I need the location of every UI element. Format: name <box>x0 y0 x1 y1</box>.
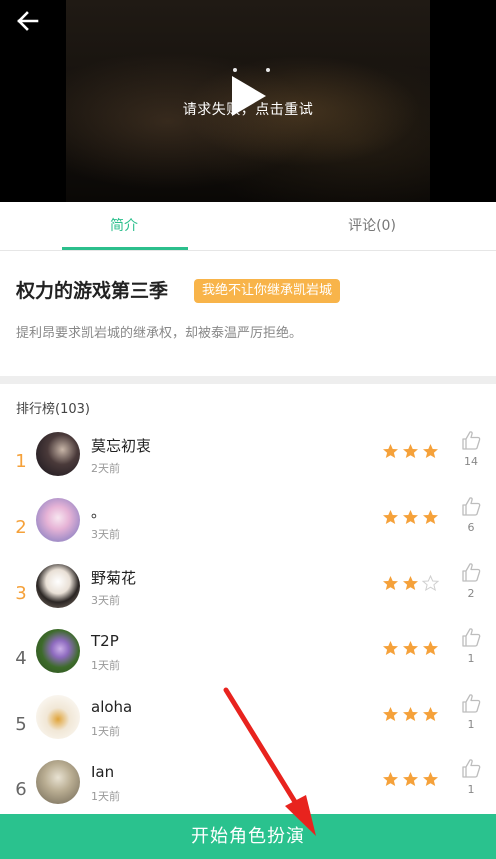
like-control[interactable]: 1 <box>458 757 484 796</box>
post-time: 2天前 <box>91 462 120 475</box>
scene-tag: 我绝不让你继承凯岩城 <box>194 279 341 303</box>
like-count: 1 <box>467 718 475 731</box>
post-time: 3天前 <box>91 594 120 607</box>
story-description: 提利昂要求凯岩城的继承权，却被泰温严厉拒绝。 <box>16 326 303 341</box>
like-count: 2 <box>467 587 475 600</box>
user-name: 。 <box>91 503 107 521</box>
section-divider <box>0 376 496 384</box>
rank-number: 5 <box>15 714 27 735</box>
like-count: 6 <box>467 521 475 534</box>
ranking-row[interactable]: 1 莫忘初衷 2天前 14 <box>0 429 496 495</box>
video-error-text[interactable]: 请求失败，点击重试 <box>0 99 496 119</box>
user-name: 野菊花 <box>91 569 137 587</box>
arrow-left-icon <box>17 11 39 31</box>
user-name: 莫忘初衷 <box>91 437 152 455</box>
start-roleplay-button[interactable]: 开始角色扮演 <box>0 814 496 859</box>
like-count: 14 <box>464 455 478 468</box>
like-control[interactable]: 1 <box>458 692 484 731</box>
like-count: 1 <box>467 783 475 796</box>
rank-number: 2 <box>15 517 27 538</box>
user-name: Ian <box>91 763 115 781</box>
active-tab-indicator <box>62 247 188 250</box>
rank-number: 1 <box>15 451 27 472</box>
star-filled-icon <box>383 707 398 721</box>
star-filled-icon <box>403 641 418 655</box>
star-empty-icon <box>422 575 439 592</box>
star-filled-icon <box>423 707 438 721</box>
thumbs-up-icon[interactable] <box>460 561 482 583</box>
thumbs-up-icon[interactable] <box>460 626 482 648</box>
story-title: 权力的游戏第三季 <box>16 280 169 302</box>
star-filled-icon <box>423 772 438 786</box>
rank-number: 6 <box>15 779 27 800</box>
post-time: 1天前 <box>91 659 120 672</box>
star-rating <box>382 575 439 592</box>
thumbs-up-icon[interactable] <box>460 495 482 517</box>
ranking-header: 排行榜(103) <box>16 402 90 417</box>
ranking-row[interactable]: 2 。 3天前 6 <box>0 495 496 561</box>
star-filled-icon <box>383 772 398 786</box>
thumbs-up-icon[interactable] <box>460 757 482 779</box>
star-filled-icon <box>423 444 438 458</box>
like-control[interactable]: 2 <box>458 561 484 600</box>
star-rating <box>382 706 439 723</box>
star-filled-icon <box>383 444 398 458</box>
star-filled-icon <box>403 510 418 524</box>
star-filled-icon <box>403 707 418 721</box>
post-time: 3天前 <box>91 528 120 541</box>
like-control[interactable]: 14 <box>458 429 484 468</box>
avatar[interactable] <box>36 432 80 476</box>
star-filled-icon <box>403 576 418 590</box>
back-button[interactable] <box>14 8 42 34</box>
ranking-row[interactable]: 4 T2P 1天前 1 <box>0 626 496 692</box>
avatar[interactable] <box>36 564 80 608</box>
star-rating <box>382 443 439 460</box>
like-count: 1 <box>467 652 475 665</box>
avatar[interactable] <box>36 498 80 542</box>
rank-number: 3 <box>15 583 27 604</box>
like-control[interactable]: 1 <box>458 626 484 665</box>
tab-bar: 简介 评论(0) <box>0 202 496 251</box>
avatar[interactable] <box>36 760 80 804</box>
star-filled-icon <box>403 772 418 786</box>
tab-comments[interactable]: 评论(0) <box>248 202 496 250</box>
loading-dot <box>266 68 270 72</box>
post-time: 1天前 <box>91 790 120 803</box>
loading-dot <box>233 68 237 72</box>
like-control[interactable]: 6 <box>458 495 484 534</box>
ranking-row[interactable]: 5 aloha 1天前 1 <box>0 692 496 758</box>
star-rating <box>382 509 439 526</box>
star-filled-icon <box>423 510 438 524</box>
avatar[interactable] <box>36 629 80 673</box>
star-rating <box>382 640 439 657</box>
user-name: aloha <box>91 698 133 716</box>
star-filled-icon <box>403 444 418 458</box>
thumbs-up-icon[interactable] <box>460 692 482 714</box>
thumbs-up-icon[interactable] <box>460 429 482 451</box>
star-filled-icon <box>383 576 398 590</box>
video-player[interactable]: 请求失败，点击重试 <box>0 0 496 202</box>
star-filled-icon <box>383 641 398 655</box>
tab-intro[interactable]: 简介 <box>0 202 248 250</box>
rank-number: 4 <box>15 648 27 669</box>
post-time: 1天前 <box>91 725 120 738</box>
user-name: T2P <box>91 632 119 650</box>
star-rating <box>382 771 439 788</box>
avatar[interactable] <box>36 695 80 739</box>
ranking-row[interactable]: 3 野菊花 3天前 2 <box>0 561 496 627</box>
star-filled-icon <box>423 641 438 655</box>
star-filled-icon <box>383 510 398 524</box>
